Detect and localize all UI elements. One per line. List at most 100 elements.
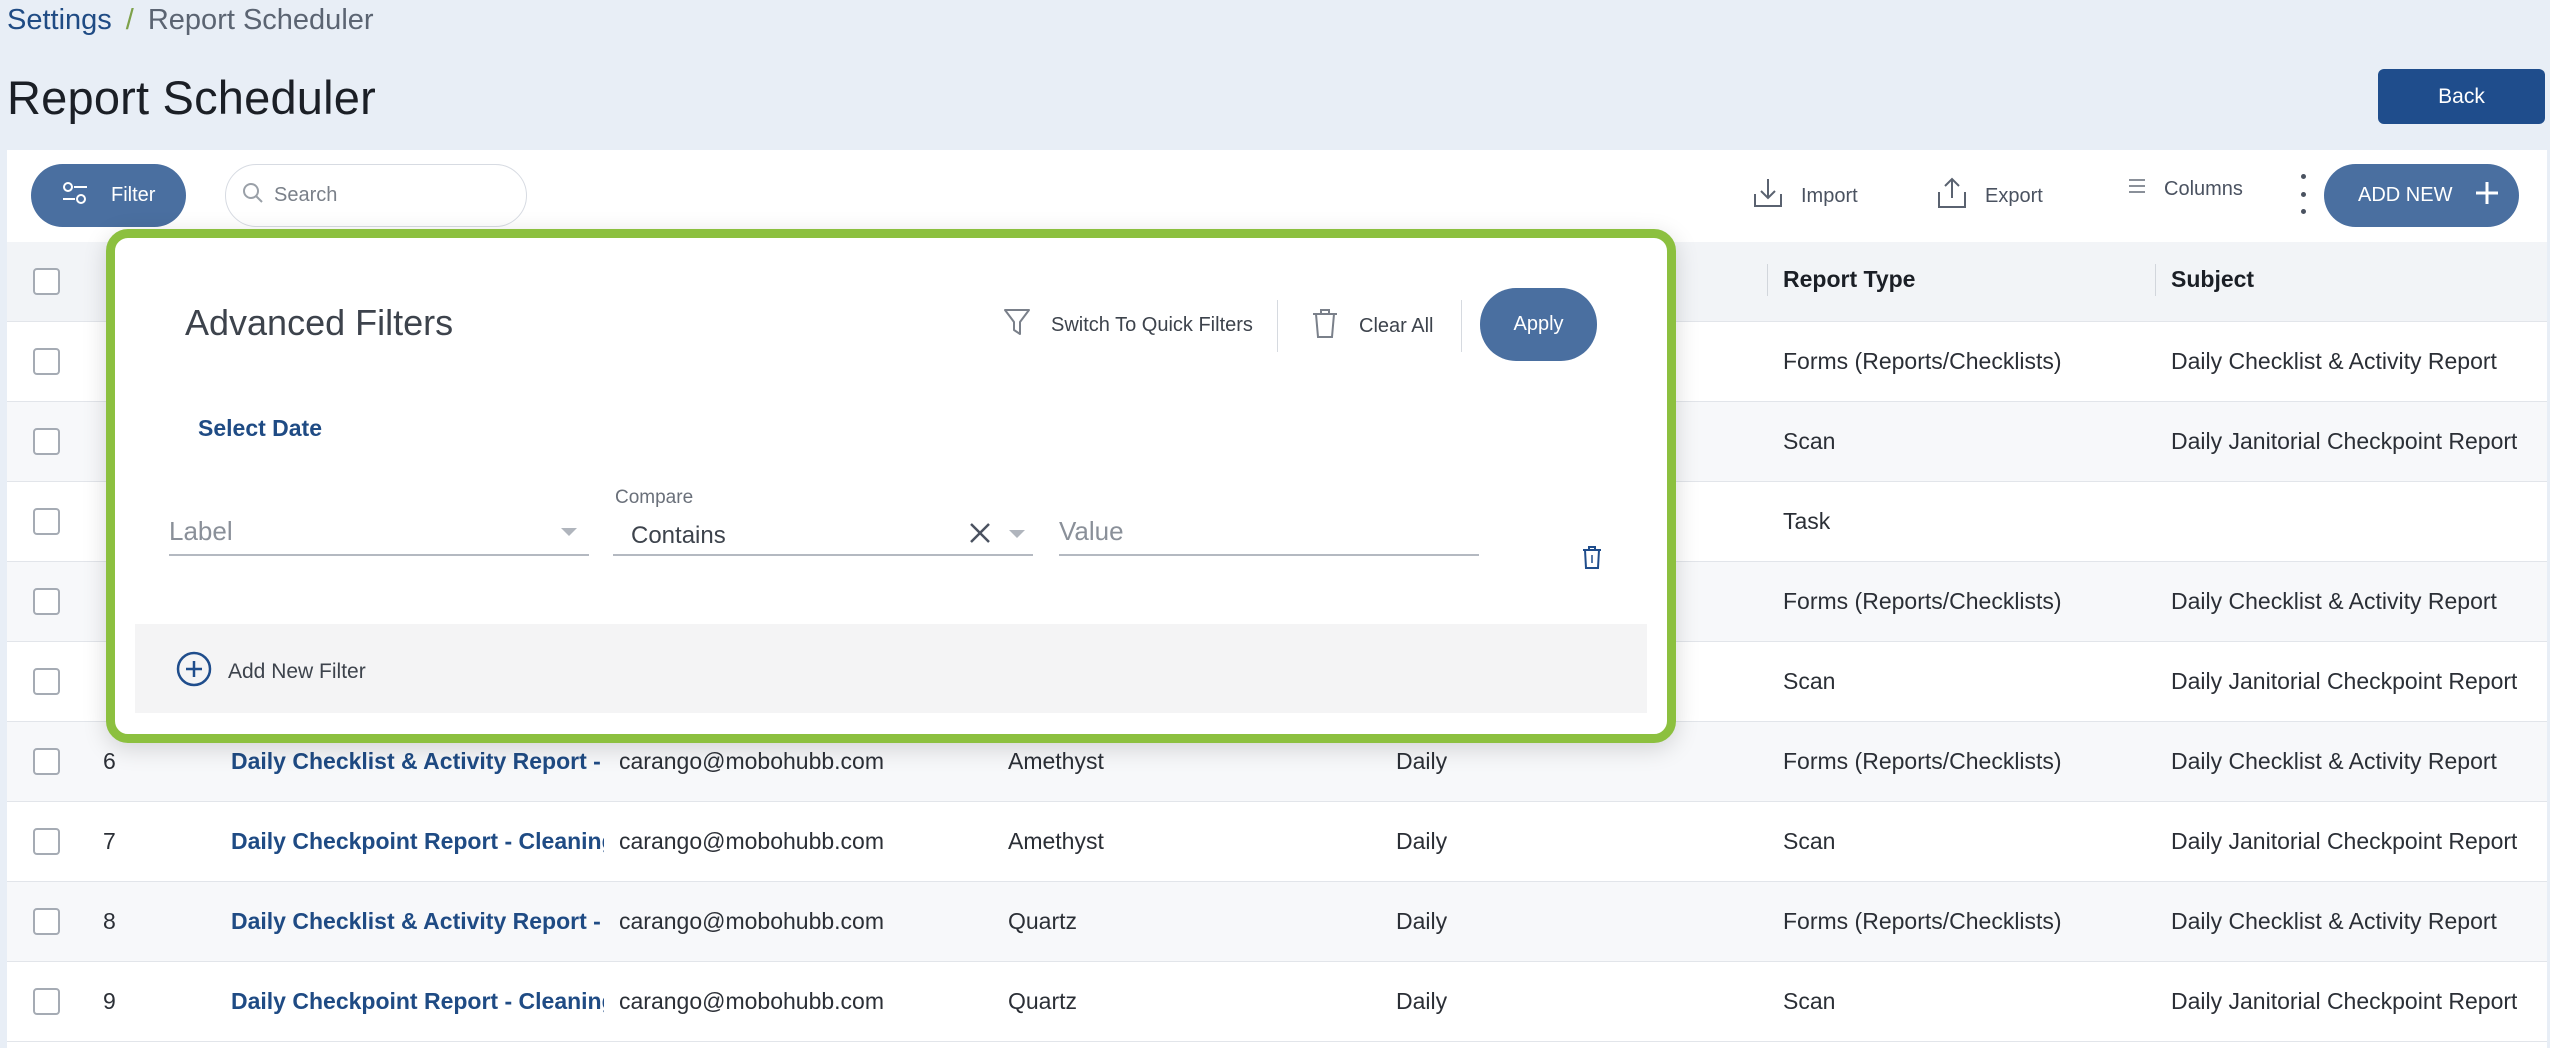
import-button[interactable]: Import (1751, 176, 1858, 216)
column-divider (2155, 264, 2156, 296)
search-icon (242, 182, 264, 209)
row-checkbox[interactable] (33, 828, 60, 855)
value-input[interactable]: Value (1059, 500, 1479, 556)
cell-subject: Daily Janitorial Checkpoint Report (2171, 988, 2518, 1014)
columns-button[interactable]: Columns (2126, 176, 2243, 202)
row-checkbox[interactable] (33, 908, 60, 935)
cell-report-name-link[interactable]: Daily Checkpoint Report - Cleaning (231, 988, 604, 1015)
cell-email: carango@mobohubb.com (619, 988, 885, 1014)
cell-email: carango@mobohubb.com (619, 908, 885, 934)
row-checkbox[interactable] (33, 428, 60, 455)
plus-circle-icon (176, 651, 212, 693)
cell-site: Amethyst (1008, 748, 1104, 774)
select-all-checkbox[interactable] (33, 268, 60, 295)
breadcrumb: Settings / Report Scheduler (7, 4, 374, 37)
clear-all-label: Clear All (1359, 314, 1434, 337)
cell-report-type: Forms (Reports/Checklists) (1783, 748, 2062, 774)
switch-to-quick-filters-label: Switch To Quick Filters (1051, 313, 1253, 336)
add-new-button[interactable]: ADD NEW (2324, 164, 2519, 227)
cell-subject: Daily Checklist & Activity Report (2171, 588, 2497, 614)
row-checkbox[interactable] (33, 348, 60, 375)
clear-all-button[interactable]: Clear All (1311, 307, 1433, 345)
columns-icon (2126, 176, 2148, 202)
column-divider (1767, 264, 1768, 296)
add-filter-bar: Add New Filter (135, 624, 1647, 713)
table-row[interactable]: 9 Daily Checkpoint Report - Cleaning car… (7, 962, 2547, 1042)
compare-select-value: Contains (631, 522, 726, 549)
cell-report-type: Forms (Reports/Checklists) (1783, 348, 2062, 374)
header-report-type[interactable]: Report Type (1783, 266, 1915, 293)
cell-report-name-link[interactable]: Daily Checklist & Activity Report - Clea… (231, 908, 604, 935)
table-row[interactable]: 7 Daily Checkpoint Report - Cleaning car… (7, 802, 2547, 882)
cell-subject: Daily Janitorial Checkpoint Report (2171, 428, 2518, 454)
cell-report-type: Scan (1783, 828, 1836, 854)
value-input-placeholder: Value (1059, 516, 1124, 546)
breadcrumb-settings-link[interactable]: Settings (7, 4, 112, 37)
delete-filter-icon[interactable] (1581, 544, 1603, 575)
switch-to-quick-filters-button[interactable]: Switch To Quick Filters (1003, 307, 1253, 343)
cell-site: Quartz (1008, 908, 1078, 934)
row-checkbox[interactable] (33, 748, 60, 775)
cell-number: 6 (103, 748, 116, 774)
cell-subject: Daily Janitorial Checkpoint Report (2171, 668, 2518, 694)
cell-report-type: Scan (1783, 668, 1836, 694)
cell-subject: Daily Checklist & Activity Report (2171, 908, 2497, 934)
row-checkbox[interactable] (33, 508, 60, 535)
compare-select[interactable]: Contains (613, 500, 1033, 556)
chevron-down-icon (1009, 530, 1025, 538)
cell-report-name-link[interactable]: Daily Checklist & Activity Report - Clea… (231, 748, 604, 775)
more-options-icon[interactable] (2297, 174, 2309, 214)
breadcrumb-separator: / (125, 4, 134, 36)
plus-icon (2474, 180, 2500, 212)
table-row[interactable]: 8 Daily Checklist & Activity Report - Cl… (7, 882, 2547, 962)
search-input[interactable] (274, 184, 514, 207)
export-label: Export (1985, 184, 2043, 207)
select-date-link[interactable]: Select Date (198, 415, 322, 442)
clear-x-icon[interactable] (969, 522, 991, 549)
cell-number: 9 (103, 988, 116, 1014)
label-select-placeholder: Label (169, 516, 233, 546)
cell-frequency: Daily (1396, 828, 1448, 854)
funnel-icon (1003, 307, 1031, 343)
divider (1277, 300, 1278, 352)
row-checkbox[interactable] (33, 588, 60, 615)
row-checkbox[interactable] (33, 988, 60, 1015)
cell-site: Quartz (1008, 988, 1078, 1014)
cell-number: 8 (103, 908, 116, 934)
cell-email: carango@mobohubb.com (619, 828, 885, 854)
columns-label: Columns (2164, 177, 2243, 200)
import-label: Import (1801, 184, 1858, 207)
filter-button[interactable]: Filter (31, 164, 186, 227)
cell-report-type: Task (1783, 508, 1831, 534)
filter-sliders-icon (61, 181, 89, 211)
divider (1461, 300, 1462, 352)
filter-button-label: Filter (111, 184, 156, 206)
export-icon (1935, 176, 1969, 216)
advanced-filters-title: Advanced Filters (185, 302, 454, 343)
export-button[interactable]: Export (1935, 176, 2043, 216)
label-select[interactable]: Label (169, 500, 589, 556)
trash-icon (1311, 307, 1339, 345)
cell-frequency: Daily (1396, 988, 1448, 1014)
cell-number: 7 (103, 828, 116, 854)
add-new-label: ADD NEW (2358, 184, 2453, 206)
breadcrumb-current: Report Scheduler (147, 4, 374, 36)
cell-report-name-link[interactable]: Daily Checkpoint Report - Cleaning (231, 828, 604, 855)
back-button[interactable]: Back (2378, 69, 2545, 124)
cell-email: carango@mobohubb.com (619, 748, 885, 774)
chevron-down-icon (561, 528, 577, 536)
cell-subject: Daily Janitorial Checkpoint Report (2171, 828, 2518, 854)
cell-report-type: Forms (Reports/Checklists) (1783, 588, 2062, 614)
cell-site: Amethyst (1008, 828, 1104, 854)
cell-frequency: Daily (1396, 908, 1448, 934)
page-title: Report Scheduler (7, 71, 376, 124)
add-new-filter-button[interactable]: Add New Filter (176, 651, 366, 693)
search-box[interactable] (225, 164, 527, 227)
row-checkbox[interactable] (33, 668, 60, 695)
add-new-filter-label: Add New Filter (228, 660, 366, 683)
header-subject[interactable]: Subject (2171, 266, 2254, 293)
cell-report-type: Forms (Reports/Checklists) (1783, 908, 2062, 934)
apply-button[interactable]: Apply (1480, 288, 1597, 361)
import-icon (1751, 176, 1785, 216)
cell-subject: Daily Checklist & Activity Report (2171, 348, 2497, 374)
